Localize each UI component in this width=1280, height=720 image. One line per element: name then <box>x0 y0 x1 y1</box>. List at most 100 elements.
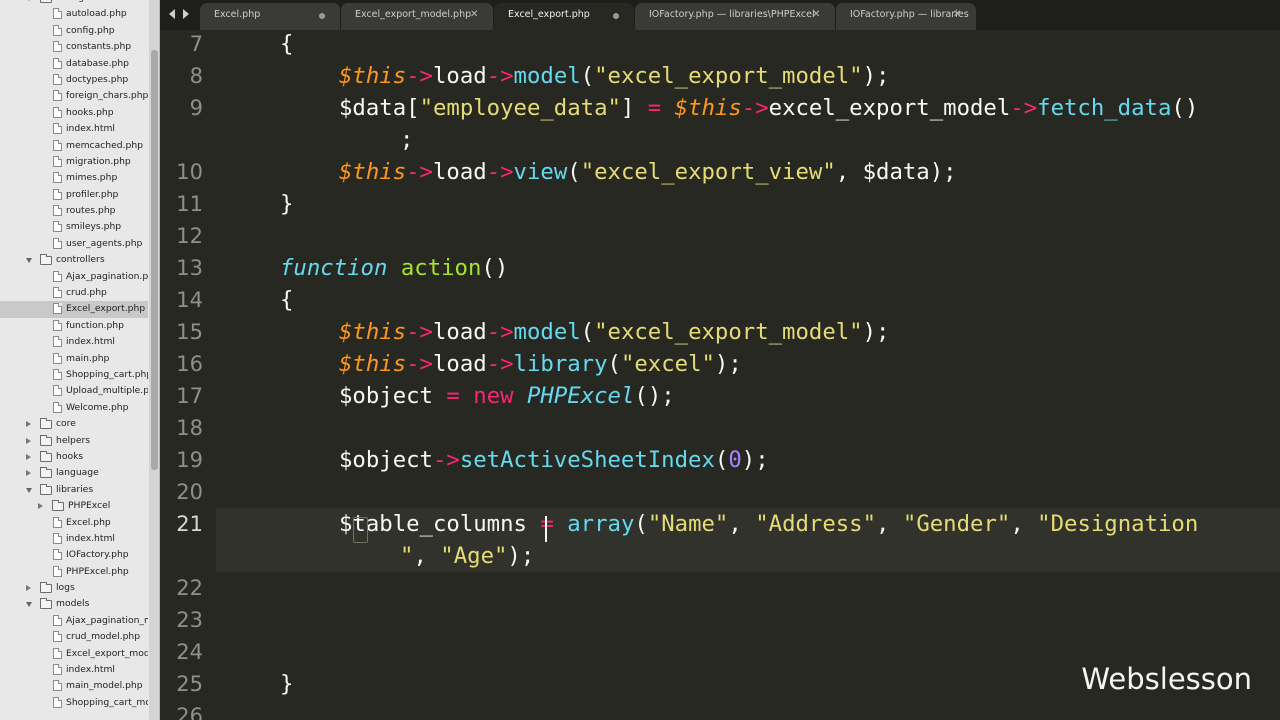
sidebar-item-label: profiler.php <box>66 188 119 200</box>
file-icon <box>53 549 62 561</box>
sidebar-item-label: main.php <box>66 352 110 364</box>
editor-tab[interactable]: Excel.php <box>200 3 340 30</box>
sidebar-folder[interactable]: language <box>0 465 148 481</box>
sidebar-item-label: IOFactory.php <box>66 549 129 561</box>
unsaved-dot-icon[interactable] <box>319 13 325 19</box>
code-token: , $data); <box>835 159 957 185</box>
close-tab-icon[interactable]: ✕ <box>953 3 961 27</box>
disclosure-closed-icon[interactable] <box>26 421 31 428</box>
sidebar-file[interactable]: index.html <box>0 531 148 547</box>
sidebar-file[interactable]: Shopping_cart.php <box>0 367 148 383</box>
tab-nav-right-icon[interactable] <box>183 9 189 19</box>
editor-tab[interactable]: Excel_export_model.php ✕ <box>341 3 493 30</box>
sidebar-file[interactable]: Excel.php <box>0 515 148 531</box>
disclosure-closed-icon[interactable] <box>26 437 31 444</box>
sidebar-file[interactable]: index.html <box>0 121 148 137</box>
tab-nav-left-icon[interactable] <box>169 9 175 19</box>
unsaved-dot-icon[interactable] <box>613 13 619 19</box>
sidebar-folder[interactable]: PHPExcel <box>0 498 148 514</box>
sidebar-file[interactable]: mimes.php <box>0 170 148 186</box>
sidebar-file[interactable]: IOFactory.php <box>0 547 148 563</box>
sidebar-file[interactable]: Excel_export.php <box>0 301 148 318</box>
disclosure-open-icon[interactable] <box>26 602 32 608</box>
disclosure-open-icon[interactable] <box>26 0 32 1</box>
code-token: array <box>567 511 635 537</box>
sidebar-folder[interactable]: logs <box>0 580 148 596</box>
sidebar-file[interactable]: index.html <box>0 334 148 350</box>
sidebar-file[interactable]: Shopping_cart_model.php <box>0 695 148 711</box>
sidebar-file[interactable]: profiler.php <box>0 187 148 203</box>
code-line[interactable]: function action() <box>280 255 508 281</box>
code-token: ; <box>400 127 414 153</box>
sidebar-file[interactable]: foreign_chars.php <box>0 88 148 104</box>
code-line[interactable]: $table_columns = array("Name", "Address"… <box>339 511 1198 537</box>
code-line[interactable]: $this->load->view("excel_export_view", $… <box>339 159 957 185</box>
sidebar-file[interactable]: database.php <box>0 56 148 72</box>
code-token: ( <box>607 351 621 377</box>
sidebar-file[interactable]: autoload.php <box>0 6 148 22</box>
sidebar-file[interactable]: smileys.php <box>0 219 148 235</box>
sidebar-file[interactable]: Upload_multiple.php <box>0 383 148 399</box>
close-tab-icon[interactable]: ✕ <box>470 3 478 27</box>
sidebar-file[interactable]: Welcome.php <box>0 400 148 416</box>
sidebar-file[interactable]: config.php <box>0 23 148 39</box>
sidebar-file[interactable]: main_model.php <box>0 678 148 694</box>
sidebar-folder[interactable]: models <box>0 596 148 612</box>
sidebar-file[interactable]: crud_model.php <box>0 629 148 645</box>
disclosure-open-icon[interactable] <box>26 258 32 264</box>
sidebar-file[interactable]: Excel_export_model.php <box>0 646 148 662</box>
sidebar-item-label: Upload_multiple.php <box>66 385 148 397</box>
code-line[interactable]: $object->setActiveSheetIndex(0); <box>339 447 769 473</box>
sidebar-folder[interactable]: libraries <box>0 482 148 498</box>
sidebar-folder[interactable]: controllers <box>0 252 148 268</box>
code-line[interactable]: { <box>280 31 293 57</box>
sidebar-file[interactable]: user_agents.php <box>0 236 148 252</box>
sidebar-file[interactable]: routes.php <box>0 203 148 219</box>
sidebar-file[interactable]: constants.php <box>0 39 148 55</box>
sidebar-folder[interactable]: helpers <box>0 433 148 449</box>
disclosure-closed-icon[interactable] <box>38 503 43 510</box>
close-tab-icon[interactable]: ✕ <box>812 3 820 27</box>
sidebar-file[interactable]: index.html <box>0 662 148 678</box>
sidebar-file[interactable]: Ajax_pagination_model.php <box>0 613 148 629</box>
sidebar-file[interactable]: memcached.php <box>0 138 148 154</box>
editor-tab[interactable]: IOFactory.php — libraries\PHPExcel ✕ <box>635 3 835 30</box>
sidebar-file[interactable]: main.php <box>0 351 148 367</box>
disclosure-closed-icon[interactable] <box>26 453 31 460</box>
code-line[interactable]: $object = new PHPExcel(); <box>339 383 675 409</box>
tab-label: IOFactory.php — libraries\PHPExcel <box>649 9 815 20</box>
code-line[interactable]: $this->load->model("excel_export_model")… <box>339 319 889 345</box>
code-line[interactable]: $data["employee_data"] = $this->excel_ex… <box>339 95 1198 121</box>
code-token: () <box>481 255 509 281</box>
sidebar-file[interactable]: migration.php <box>0 154 148 170</box>
code-editor[interactable]: 7 8 9 10 11 12 13 14 15 16 17 18 19 20 21 22 23 24 25 26 {$… <box>160 30 1280 720</box>
sidebar-folder[interactable]: hooks <box>0 449 148 465</box>
sidebar-scrollbar[interactable] <box>149 0 159 720</box>
disclosure-open-icon[interactable] <box>26 487 32 493</box>
code-line[interactable]: } <box>280 191 293 217</box>
sidebar-file[interactable]: PHPExcel.php <box>0 564 148 580</box>
sidebar-file[interactable]: hooks.php <box>0 105 148 121</box>
sidebar-file[interactable]: doctypes.php <box>0 72 148 88</box>
disclosure-closed-icon[interactable] <box>26 470 31 477</box>
sidebar-file[interactable]: function.php <box>0 318 148 334</box>
sidebar-folder[interactable]: core <box>0 416 148 432</box>
code-token: PHPExcel <box>527 383 635 409</box>
editor-tab[interactable]: Excel_export.php <box>494 3 634 30</box>
editor-tab[interactable]: IOFactory.php — libraries ✕ <box>836 3 976 30</box>
code-line[interactable]: $this->load->model("excel_export_model")… <box>339 63 889 89</box>
sidebar-file[interactable]: crud.php <box>0 285 148 301</box>
code-line[interactable]: ", "Age"); <box>400 543 534 569</box>
code-line[interactable]: ; <box>400 127 413 153</box>
code-line[interactable]: { <box>280 287 293 313</box>
sidebar-scrollbar-thumb[interactable] <box>151 50 158 470</box>
disclosure-closed-icon[interactable] <box>26 585 31 592</box>
line-number: 8 <box>189 64 203 88</box>
sidebar-item-label: Excel.php <box>66 516 111 528</box>
sidebar-file[interactable]: Ajax_pagination.php <box>0 269 148 285</box>
code-line[interactable]: $this->load->library("excel"); <box>339 351 742 377</box>
code-token: } <box>280 191 294 217</box>
code-line[interactable]: } <box>280 671 293 697</box>
